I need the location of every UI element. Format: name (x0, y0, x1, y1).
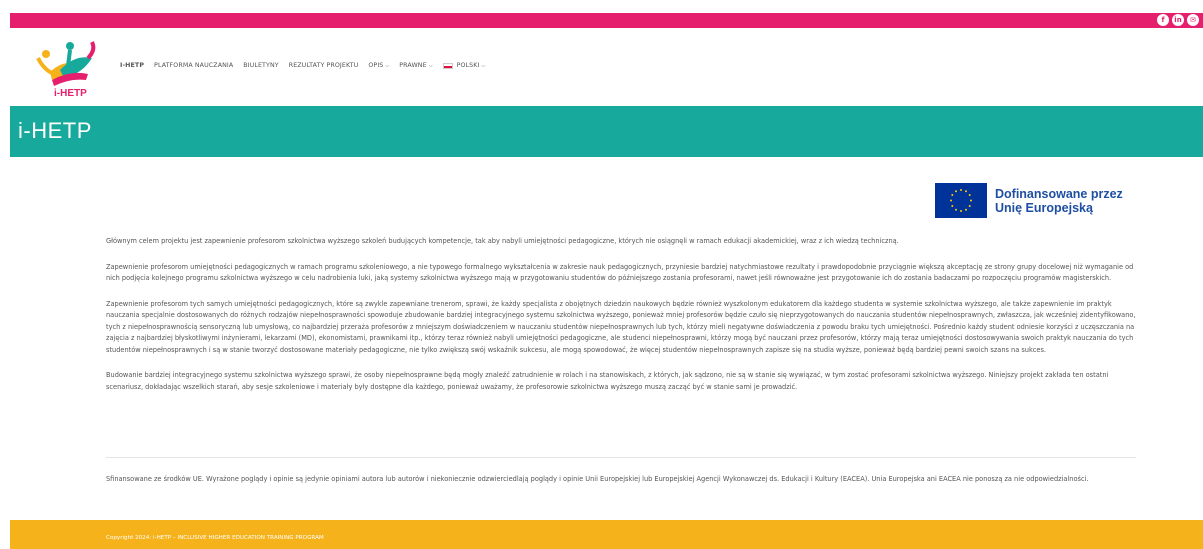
content-paragraph: Zapewnienie profesorom tych samych umiej… (106, 299, 1136, 354)
chevron-down-icon: ⌵ (385, 62, 390, 69)
facebook-icon[interactable]: f (1157, 14, 1169, 26)
nav-item-language[interactable]: POLSKI ⌵ (442, 62, 486, 69)
nav-item-results[interactable]: REZULTATY PROJEKTU (289, 62, 359, 69)
site-header: i-HETP I-HETP PLATFORMA NAUCZANIA BIULET… (10, 28, 1203, 106)
social-links: f in ✉ (1157, 14, 1199, 26)
content-paragraph: Budowanie bardziej integracyjnego system… (106, 371, 1109, 391)
linkedin-icon[interactable]: in (1172, 14, 1184, 26)
mail-icon[interactable]: ✉ (1187, 14, 1199, 26)
eu-flag-icon (935, 183, 987, 218)
site-logo[interactable]: i-HETP (30, 36, 106, 98)
nav-item-legal[interactable]: PRAWNE ⌵ (399, 62, 432, 69)
nav-item-description[interactable]: OPIS ⌵ (368, 62, 389, 69)
page-title-bar: i-HETP (10, 106, 1203, 157)
eu-disclaimer: Sfinansowane ze środków UE. Wyrażone pog… (106, 475, 1089, 483)
content-paragraph: Zapewnienie profesorom umiejętności peda… (106, 262, 1134, 283)
page-title: i-HETP (18, 118, 92, 143)
copyright-text: Copyright 2024: i-HETP – INCLUSIVE HIGHE… (106, 535, 324, 541)
svg-text:i-HETP: i-HETP (54, 88, 87, 98)
divider (106, 457, 1136, 458)
top-bar: f in ✉ (10, 13, 1203, 28)
nav-item-ihetp[interactable]: I-HETP (120, 62, 144, 69)
content-paragraph: Głównym celem projektu jest zapewnienie … (106, 237, 899, 245)
nav-item-platform[interactable]: PLATFORMA NAUCZANIA (154, 62, 233, 69)
site-footer: Copyright 2024: i-HETP – INCLUSIVE HIGHE… (10, 520, 1203, 549)
main-nav: I-HETP PLATFORMA NAUCZANIA BIULETYNY REZ… (120, 62, 485, 69)
chevron-down-icon: ⌵ (481, 62, 486, 69)
main-content: Głównym celem projektu jest zapewnienie … (106, 236, 1136, 407)
poland-flag-icon (442, 62, 453, 69)
eu-text-line1: Dofinansowane przez (995, 186, 1123, 201)
eu-funding-logo: Dofinansowane przez Unię Europejską (935, 183, 1123, 218)
eu-text-line2: Unię Europejską (995, 200, 1093, 215)
chevron-down-icon: ⌵ (428, 62, 433, 69)
nav-item-newsletters[interactable]: BIULETYNY (243, 62, 278, 69)
